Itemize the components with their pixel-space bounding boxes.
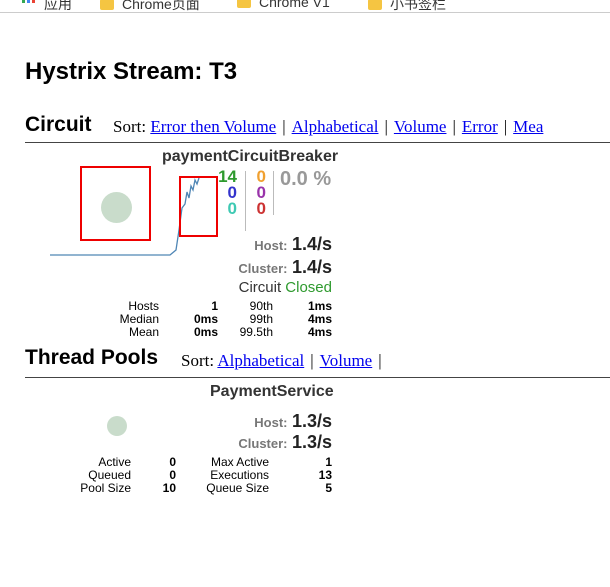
sort-error-then-volume-link[interactable]: Error then Volume: [150, 117, 276, 136]
counts-divider-1: [245, 171, 246, 231]
thread-pools-sort-bar: Sort: Alphabetical | Volume |: [181, 351, 382, 370]
circuit-status-value: Closed: [285, 279, 332, 296]
host-rate-row: Host: 1.4/s: [254, 234, 332, 255]
highlight-box-sparkline: [179, 176, 218, 237]
circuit-section-title: Circuit: [25, 113, 92, 136]
host-label: Host:: [254, 238, 288, 253]
bookmark-apps[interactable]: 应用: [22, 0, 72, 12]
pool-sort-volume-link[interactable]: Volume: [320, 351, 373, 370]
bookmark-label: 应用: [44, 0, 72, 12]
sort-error-link[interactable]: Error: [462, 117, 498, 136]
page-title: Hystrix Stream: T3: [25, 58, 238, 85]
bookmark-label: Chrome页面: [122, 0, 200, 12]
stat-value-hosts: 1: [211, 299, 218, 313]
counts-divider-2: [273, 171, 274, 215]
sort-alphabetical-link[interactable]: Alphabetical: [292, 117, 379, 136]
sort-mean-link[interactable]: Mea: [513, 117, 543, 136]
pool-value-queued: 0: [169, 468, 176, 482]
bookmarks-bar: 应用 Chrome页面 Chrome V1 小书签栏: [0, 0, 610, 13]
bookmark-label: 小书签栏: [390, 0, 446, 12]
pool-cluster-rate: 1.3/s: [291, 432, 332, 452]
bookmark-chrome-v1[interactable]: Chrome V1: [237, 0, 330, 10]
cluster-rate-row: Cluster: 1.4/s: [238, 257, 332, 278]
pool-cluster-rate-row: Cluster: 1.3/s: [238, 432, 332, 453]
pool-host-rate-row: Host: 1.3/s: [254, 411, 332, 432]
pool-value-executions: 13: [318, 468, 332, 482]
pool-label-active: Active: [98, 455, 131, 469]
thread-pool-name: PaymentService: [210, 383, 334, 400]
cluster-label: Cluster:: [238, 261, 288, 276]
bookmark-label: Chrome V1: [259, 0, 330, 10]
thread-pools-section-title: Thread Pools: [25, 346, 159, 369]
pool-label-queued: Queued: [88, 468, 131, 482]
folder-icon: [100, 0, 114, 10]
stat-label-median: Median: [119, 312, 159, 326]
bookmark-chrome-pages[interactable]: Chrome页面: [100, 0, 200, 12]
sort-volume-link[interactable]: Volume: [394, 117, 447, 136]
pool-label-queue-size: Queue Size: [206, 481, 269, 495]
circuit-status: Circuit Closed: [239, 279, 332, 296]
pool-host-rate: 1.3/s: [291, 411, 332, 431]
pool-cluster-label: Cluster:: [238, 436, 288, 451]
sort-label: Sort:: [113, 117, 147, 136]
highlight-box-circle: [80, 166, 151, 241]
stat-label-90th: 90th: [249, 299, 273, 313]
pool-host-label: Host:: [254, 415, 288, 430]
circuit-status-prefix: Circuit: [238, 279, 282, 296]
pool-label-pool-size: Pool Size: [80, 481, 131, 495]
circuit-divider: [25, 142, 610, 143]
stat-label-mean: Mean: [128, 325, 159, 339]
folder-icon: [368, 0, 382, 10]
cluster-rate: 1.4/s: [291, 257, 332, 277]
bookmark-bookmarklets[interactable]: 小书签栏: [368, 0, 446, 12]
thread-pools-divider: [25, 377, 610, 378]
error-percentage: 0.0 %: [280, 168, 332, 190]
stat-value-90th: 1ms: [307, 299, 332, 313]
stat-label-99th: 99th: [249, 312, 273, 326]
pool-value-pool-size: 10: [162, 481, 176, 495]
stat-value-mean: 0ms: [193, 325, 218, 339]
circuit-sort-bar: Sort: Error then Volume | Alphabetical | Vol…: [113, 117, 544, 136]
failure-count: 0: [256, 199, 266, 218]
stat-value-median: 0ms: [193, 312, 218, 326]
sort-label: Sort:: [181, 351, 215, 370]
bad-request-count: 0: [227, 199, 237, 218]
stat-label-99-5th: 99.5th: [239, 325, 273, 339]
folder-icon: [237, 0, 251, 8]
apps-icon: [22, 0, 36, 7]
pool-value-queue-size: 5: [325, 481, 332, 495]
pool-label-executions: Executions: [210, 468, 269, 482]
stat-value-99-5th: 4ms: [307, 325, 332, 339]
pool-label-max-active: Max Active: [210, 455, 269, 469]
host-rate: 1.4/s: [291, 234, 332, 254]
pool-value-active: 0: [169, 455, 176, 469]
thread-pool-health-circle: [107, 416, 127, 436]
stat-value-99th: 4ms: [307, 312, 332, 326]
pool-value-max-active: 1: [325, 455, 332, 469]
stat-label-hosts: Hosts: [128, 299, 159, 313]
pool-sort-alphabetical-link[interactable]: Alphabetical: [217, 351, 304, 370]
